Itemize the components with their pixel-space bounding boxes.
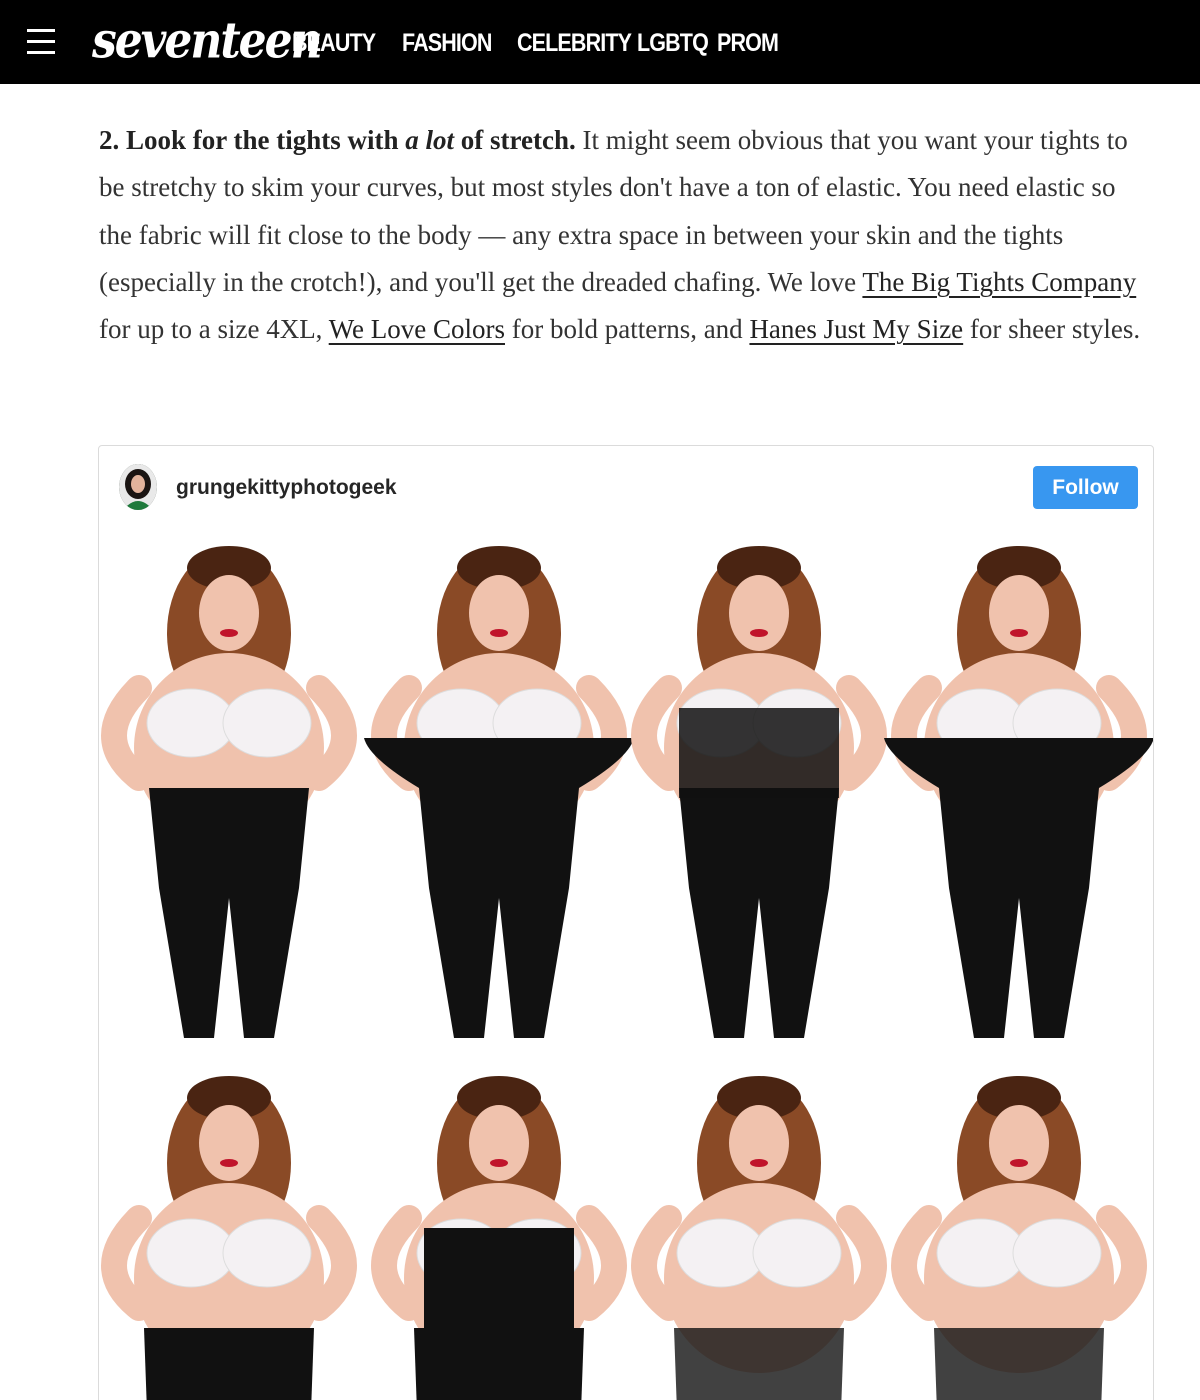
avatar[interactable] [119, 464, 157, 510]
photo-panel [101, 1076, 357, 1400]
lead-emphasis: a lot [405, 125, 455, 155]
lead-prefix: 2. Look for the tights with [99, 125, 406, 155]
photo-panel [364, 546, 634, 1038]
site-header: seventeen BEAUTY FASHION CELEBRITY LGBTQ… [0, 0, 1200, 84]
article-paragraph: 2. Look for the tights with a lot of str… [99, 117, 1149, 353]
photo-grid [101, 546, 1153, 1400]
nav-item-prom[interactable]: PROM [717, 28, 786, 58]
follow-button[interactable]: Follow [1033, 466, 1138, 509]
nav-item-lgbtq[interactable]: LGBTQ [637, 28, 709, 58]
lead-suffix: of stretch. [454, 125, 576, 155]
link-hanes-just-my-size[interactable]: Hanes Just My Size [749, 314, 963, 344]
paragraph-text: for up to a size 4XL, [99, 314, 329, 345]
instagram-embed: grungekittyphotogeek Follow [98, 445, 1154, 1400]
site-logo[interactable]: seventeen [92, 11, 323, 74]
link-big-tights-company[interactable]: The Big Tights Company [862, 267, 1136, 297]
photo-panel [884, 546, 1153, 1038]
paragraph-text: for bold patterns, and [505, 314, 750, 345]
nav-item-beauty[interactable]: BEAUTY [292, 28, 387, 58]
instagram-photo[interactable] [99, 528, 1153, 1400]
photo-panel [631, 546, 887, 1038]
photo-panel [371, 1076, 627, 1400]
paragraph-text: for sheer styles. [963, 314, 1141, 345]
instagram-username[interactable]: grungekittyphotogeek [176, 476, 397, 500]
photo-panel [891, 1076, 1147, 1400]
nav-item-celebrity[interactable]: CELEBRITY [517, 28, 632, 58]
nav-item-fashion[interactable]: FASHION [402, 28, 501, 58]
paragraph-lead: 2. Look for the tights with a lot of str… [99, 125, 576, 155]
photo-panel [631, 1076, 887, 1400]
menu-icon[interactable] [27, 29, 55, 55]
photo-panel [101, 546, 357, 1038]
link-we-love-colors[interactable]: We Love Colors [329, 314, 505, 344]
main-nav: BEAUTY FASHION CELEBRITY LGBTQ PROM [292, 28, 797, 58]
